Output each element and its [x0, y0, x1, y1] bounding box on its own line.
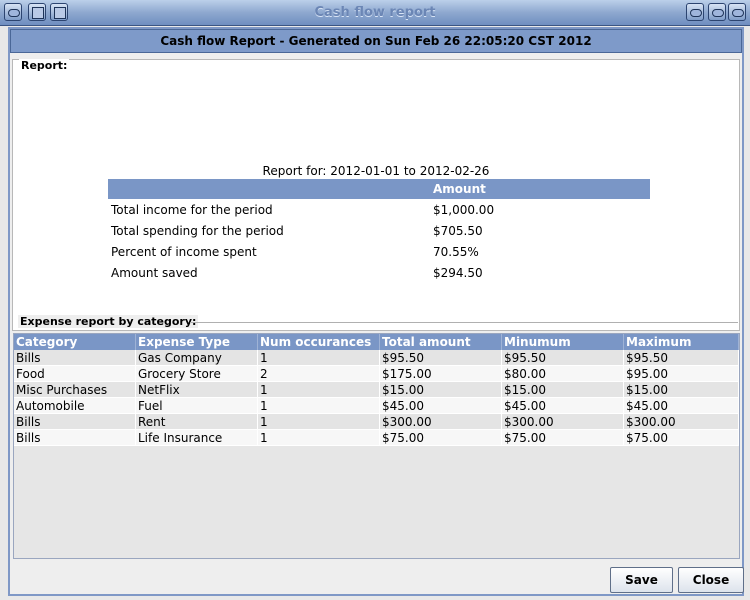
cell-minumum[interactable]: $80.00: [501, 365, 624, 382]
expense-legend: Expense report by category:: [18, 315, 199, 328]
cell-minumum[interactable]: $75.00: [501, 429, 624, 446]
cell-expense-type[interactable]: Life Insurance: [135, 429, 258, 446]
report-legend: Report:: [19, 59, 70, 72]
summary-row: Total income for the period $1,000.00: [108, 199, 650, 220]
table-row[interactable]: Misc Purchases NetFlix 1 $15.00 $15.00 $…: [14, 381, 739, 398]
summary-row: Amount saved $294.50: [108, 262, 650, 283]
col-header-maximum[interactable]: Maximum: [623, 334, 739, 350]
summary-table: Amount Total income for the period $1,000…: [108, 179, 650, 283]
summary-value: $294.50: [433, 265, 483, 280]
cell-total-amount[interactable]: $15.00: [379, 381, 502, 398]
cell-minumum[interactable]: $15.00: [501, 381, 624, 398]
cell-total-amount[interactable]: $75.00: [379, 429, 502, 446]
report-panel: Report: Report for: 2012-01-01 to 2012-0…: [12, 59, 740, 331]
expense-table-panel[interactable]: Category Expense Type Num occurances Tot…: [13, 333, 740, 559]
save-button[interactable]: Save: [610, 567, 673, 593]
cell-maximum[interactable]: $95.00: [623, 365, 739, 382]
cell-maximum[interactable]: $75.00: [623, 429, 739, 446]
cell-num-occurances[interactable]: 1: [257, 429, 380, 446]
cell-expense-type[interactable]: Grocery Store: [135, 365, 258, 382]
cell-category[interactable]: Misc Purchases: [14, 381, 136, 398]
summary-label: Percent of income spent: [111, 244, 257, 259]
cell-expense-type[interactable]: Gas Company: [135, 350, 258, 366]
dialog-frame: Cash flow Report - Generated on Sun Feb …: [8, 27, 744, 596]
cell-maximum[interactable]: $300.00: [623, 413, 739, 430]
col-header-category[interactable]: Category: [14, 334, 136, 350]
cell-num-occurances[interactable]: 1: [257, 381, 380, 398]
table-row[interactable]: Food Grocery Store 2 $175.00 $80.00 $95.…: [14, 365, 739, 382]
table-row[interactable]: Bills Life Insurance 1 $75.00 $75.00 $75…: [14, 429, 739, 446]
cell-category[interactable]: Bills: [14, 413, 136, 430]
cell-expense-type[interactable]: Rent: [135, 413, 258, 430]
table-row[interactable]: Bills Gas Company 1 $95.50 $95.50 $95.50: [14, 350, 739, 366]
cell-num-occurances[interactable]: 2: [257, 365, 380, 382]
close-window-icon[interactable]: [728, 3, 746, 21]
table-row[interactable]: Bills Rent 1 $300.00 $300.00 $300.00: [14, 413, 739, 430]
cell-expense-type[interactable]: Fuel: [135, 397, 258, 414]
cell-expense-type[interactable]: NetFlix: [135, 381, 258, 398]
col-header-total-amount[interactable]: Total amount: [379, 334, 502, 350]
col-header-minumum[interactable]: Minumum: [501, 334, 624, 350]
summary-label: Total income for the period: [111, 202, 273, 217]
summary-value: $705.50: [433, 223, 483, 238]
summary-value: $1,000.00: [433, 202, 495, 217]
amount-header: Amount: [430, 179, 650, 199]
report-period-caption: Report for: 2012-01-01 to 2012-02-26: [262, 164, 490, 178]
cell-num-occurances[interactable]: 1: [257, 413, 380, 430]
close-button[interactable]: Close: [678, 567, 744, 593]
summary-label: Total spending for the period: [111, 223, 284, 238]
summary-row: Total spending for the period $705.50: [108, 220, 650, 241]
cell-category[interactable]: Automobile: [14, 397, 136, 414]
report-header: Cash flow Report - Generated on Sun Feb …: [10, 29, 742, 53]
expense-table[interactable]: Category Expense Type Num occurances Tot…: [14, 334, 739, 446]
summary-label-header: [108, 179, 430, 199]
expense-divider: [190, 322, 738, 323]
summary-label: Amount saved: [111, 265, 198, 280]
summary-value: 70.55%: [433, 244, 479, 259]
cell-maximum[interactable]: $45.00: [623, 397, 739, 414]
cell-total-amount[interactable]: $175.00: [379, 365, 502, 382]
cell-minumum[interactable]: $45.00: [501, 397, 624, 414]
cell-category[interactable]: Bills: [14, 429, 136, 446]
summary-row: Percent of income spent 70.55%: [108, 241, 650, 262]
cell-maximum[interactable]: $15.00: [623, 381, 739, 398]
col-header-expense-type[interactable]: Expense Type: [135, 334, 258, 350]
cell-total-amount[interactable]: $300.00: [379, 413, 502, 430]
minimize-icon[interactable]: [686, 3, 704, 21]
cell-maximum[interactable]: $95.50: [623, 350, 739, 366]
cell-num-occurances[interactable]: 1: [257, 397, 380, 414]
cell-num-occurances[interactable]: 1: [257, 350, 380, 366]
cell-total-amount[interactable]: $95.50: [379, 350, 502, 366]
window-title: Cash flow report: [314, 5, 436, 20]
cell-category[interactable]: Food: [14, 365, 136, 382]
cell-category[interactable]: Bills: [14, 350, 136, 366]
col-header-num-occurances[interactable]: Num occurances: [257, 334, 380, 350]
cell-minumum[interactable]: $300.00: [501, 413, 624, 430]
maximize-icon[interactable]: [708, 3, 726, 21]
cell-total-amount[interactable]: $45.00: [379, 397, 502, 414]
cell-minumum[interactable]: $95.50: [501, 350, 624, 366]
table-row[interactable]: Automobile Fuel 1 $45.00 $45.00 $45.00: [14, 397, 739, 414]
window-titlebar[interactable]: Cash flow report: [0, 0, 750, 26]
